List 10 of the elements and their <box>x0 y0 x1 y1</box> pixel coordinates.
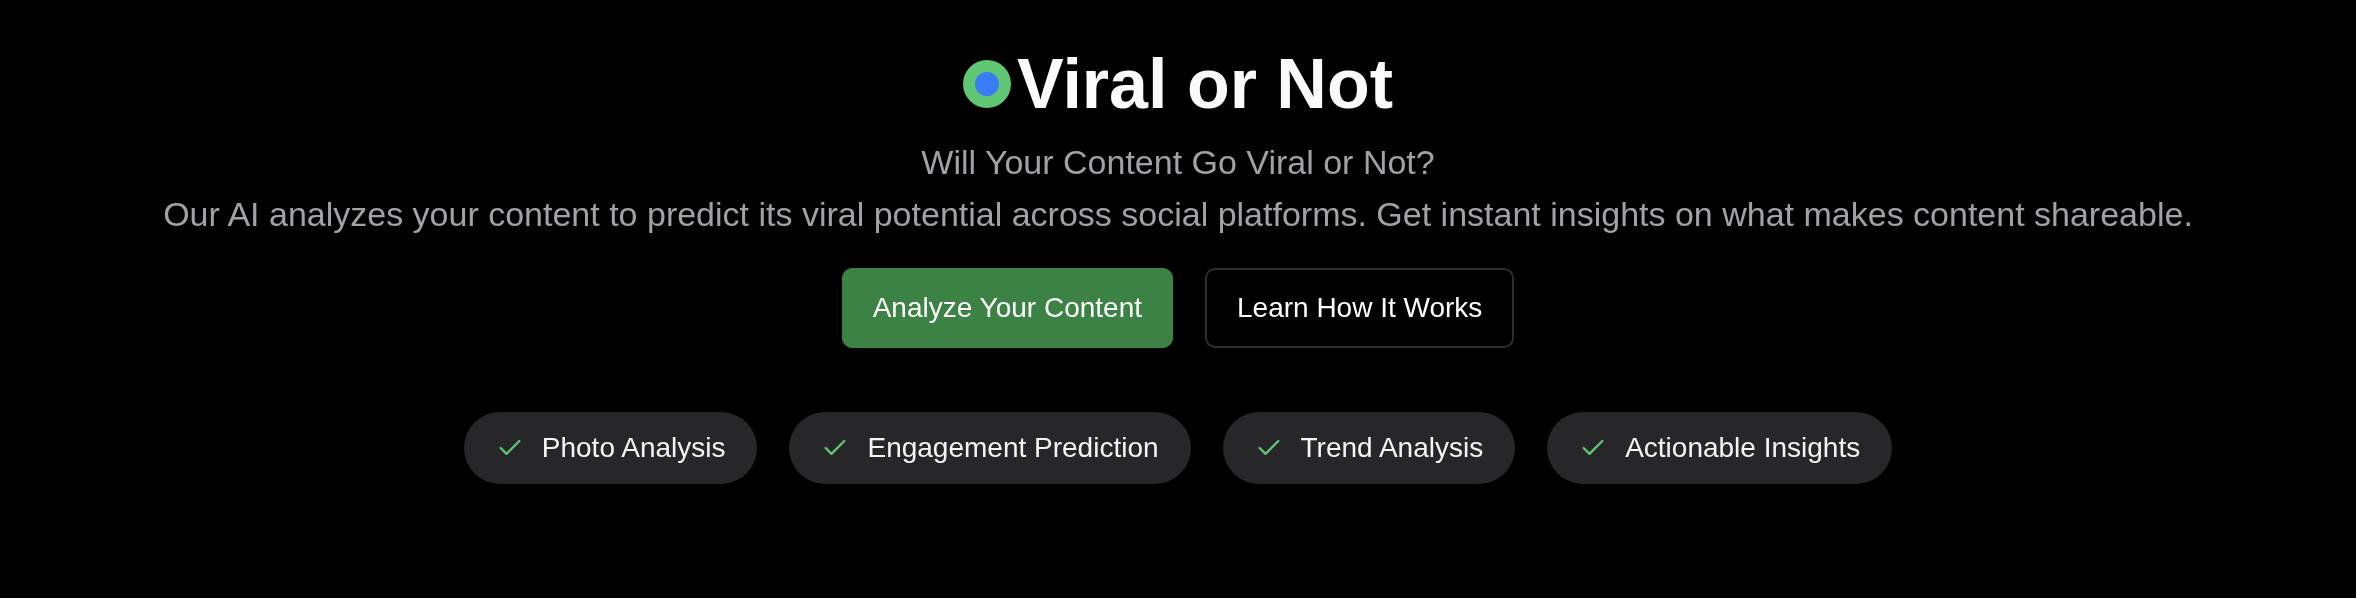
feature-label: Trend Analysis <box>1300 431 1484 465</box>
app-title: Viral or Not <box>1017 44 1393 124</box>
subtitle: Will Your Content Go Viral or Not? <box>921 142 1435 183</box>
feature-label: Photo Analysis <box>541 431 726 465</box>
action-button[interactable]: Analyze Your Content <box>841 268 1173 348</box>
action-button[interactable]: Learn How It Works <box>1205 268 1515 348</box>
description: Our AI analyzes your content to predict its viral potential across social platforms. Get instant insights on what makes content shareable. <box>163 194 2193 235</box>
feature-label: Engagement Prediction <box>867 431 1159 465</box>
logo-icon <box>963 60 1011 108</box>
feature-label: Actionable Insights <box>1625 431 1861 465</box>
